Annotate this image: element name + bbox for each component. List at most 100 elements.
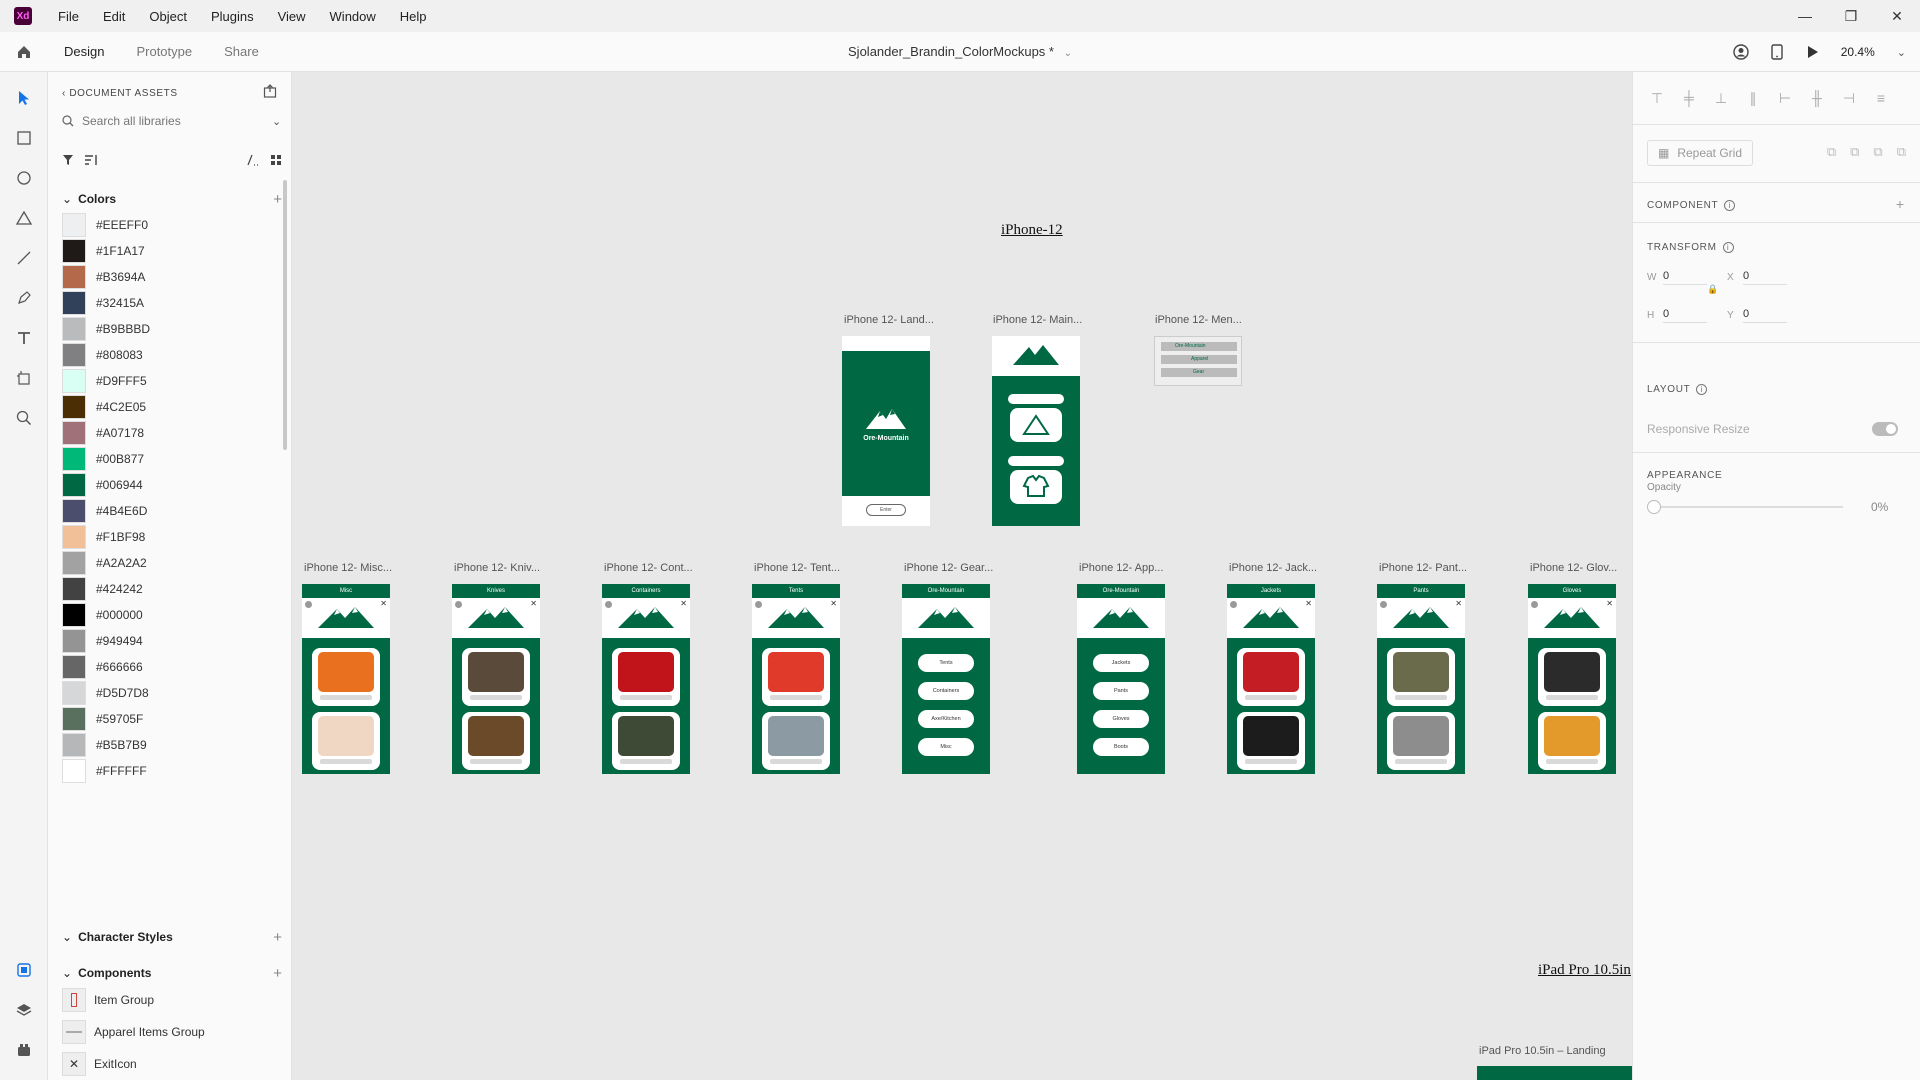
artboard-landing[interactable]: Ore-Mountain Enter	[842, 336, 930, 526]
artboard-containers[interactable]: Containers ✕	[602, 584, 690, 774]
sort-icon[interactable]	[84, 154, 98, 166]
account-icon[interactable]	[1733, 44, 1749, 60]
color-swatch[interactable]	[62, 603, 86, 627]
menu-file[interactable]: File	[46, 9, 91, 24]
artboard-label-ipad-landing[interactable]: iPad Pro 10.5in – Landing	[1479, 1045, 1606, 1057]
artboard-label[interactable]: iPhone 12- Pant...	[1379, 562, 1467, 574]
opacity-knob[interactable]	[1647, 500, 1661, 514]
chevron-down-icon[interactable]: ⌄	[1064, 48, 1072, 59]
product-card[interactable]	[1237, 712, 1305, 770]
color-swatch[interactable]	[62, 499, 86, 523]
assets-panel-toggle[interactable]	[12, 958, 36, 982]
artboard-gloves[interactable]: Gloves ✕	[1528, 584, 1616, 774]
plugins-panel-toggle[interactable]	[12, 1038, 36, 1062]
pen-tool[interactable]	[12, 286, 36, 310]
menu-toggle-icon[interactable]	[1380, 601, 1387, 608]
component-item-group[interactable]: Item Group	[62, 987, 282, 1013]
color-swatch[interactable]	[62, 421, 86, 445]
color-swatch-row[interactable]: #666666	[62, 654, 262, 680]
align-middle-icon[interactable]: ╪	[1679, 90, 1699, 107]
color-swatch[interactable]	[62, 343, 86, 367]
width-value[interactable]: 0	[1663, 270, 1707, 285]
search-dropdown-icon[interactable]: ⌄	[272, 115, 281, 128]
grid-view-icon[interactable]	[270, 154, 282, 166]
list-view-icon[interactable]	[246, 154, 260, 166]
color-swatch-row[interactable]: #EEEFF0	[62, 212, 262, 238]
color-swatch[interactable]	[62, 629, 86, 653]
color-swatch-row[interactable]: #949494	[62, 628, 262, 654]
close-icon[interactable]: ✕	[1455, 599, 1462, 608]
product-card[interactable]	[1387, 648, 1455, 706]
color-swatch-row[interactable]: #4C2E05	[62, 394, 262, 420]
intersect-shapes-icon[interactable]: ⧉	[1873, 144, 1882, 160]
x-field[interactable]: X0	[1727, 270, 1787, 285]
main-apparel-pill[interactable]	[1008, 456, 1064, 466]
product-card[interactable]	[762, 712, 830, 770]
menu-row-apparel[interactable]: Apparel	[1161, 355, 1237, 364]
color-swatch-row[interactable]: #A2A2A2	[62, 550, 262, 576]
menu-object[interactable]: Object	[137, 9, 199, 24]
product-card[interactable]	[312, 648, 380, 706]
artboard-label[interactable]: iPhone 12- Tent...	[754, 562, 840, 574]
menu-row-gear[interactable]: Gear	[1161, 368, 1237, 377]
menu-edit[interactable]: Edit	[91, 9, 137, 24]
align-right-icon[interactable]: ⊣	[1839, 90, 1859, 107]
info-icon[interactable]: i	[1722, 242, 1734, 253]
artboard-tents[interactable]: Tents ✕	[752, 584, 840, 774]
close-icon[interactable]: ✕	[530, 599, 537, 608]
artboard-ore-mountain[interactable]: Ore-Mountain Tents Containers Axe/Kitchen Mi…	[902, 584, 990, 774]
polygon-tool[interactable]	[12, 206, 36, 230]
color-swatch[interactable]	[62, 239, 86, 263]
category-pill[interactable]: Boots	[1093, 738, 1149, 756]
category-pill[interactable]: Pants	[1093, 682, 1149, 700]
enter-button[interactable]: Enter	[866, 504, 906, 516]
color-swatch[interactable]	[62, 577, 86, 601]
color-swatch-row[interactable]: #006944	[62, 472, 262, 498]
info-icon[interactable]: i	[1724, 200, 1736, 211]
component-exit-icon[interactable]: ✕ ExitIcon	[62, 1051, 282, 1077]
x-value[interactable]: 0	[1743, 270, 1787, 285]
tab-prototype[interactable]: Prototype	[120, 32, 208, 72]
product-card[interactable]	[462, 712, 530, 770]
close-window-button[interactable]: ✕	[1874, 0, 1920, 32]
category-pill[interactable]: Jackets	[1093, 654, 1149, 672]
close-icon[interactable]: ✕	[380, 599, 387, 608]
close-icon[interactable]: ✕	[1305, 599, 1312, 608]
character-styles-header[interactable]: ⌄ Character Styles +	[62, 927, 282, 947]
category-pill[interactable]: Axe/Kitchen	[918, 710, 974, 728]
color-swatch-row[interactable]: #D9FFF5	[62, 368, 262, 394]
artboard-label[interactable]: iPhone 12- Misc...	[304, 562, 392, 574]
align-top-icon[interactable]: ⊤	[1647, 90, 1667, 107]
artboard-pants[interactable]: Pants ✕	[1377, 584, 1465, 774]
product-card[interactable]	[312, 712, 380, 770]
product-card[interactable]	[1538, 648, 1606, 706]
artboard-knives[interactable]: Knives ✕	[452, 584, 540, 774]
design-canvas[interactable]: iPhone-12 iPad Pro 10.5in iPhone 12- Lan…	[292, 72, 1632, 1080]
color-swatch[interactable]	[62, 213, 86, 237]
y-value[interactable]: 0	[1743, 308, 1787, 323]
color-swatch-row[interactable]: #A07178	[62, 420, 262, 446]
product-card[interactable]	[612, 648, 680, 706]
category-pill[interactable]: Containers	[918, 682, 974, 700]
opacity-slider[interactable]	[1647, 500, 1847, 514]
color-swatch[interactable]	[62, 681, 86, 705]
restore-button[interactable]: ❐	[1828, 0, 1874, 32]
close-icon[interactable]: ✕	[830, 599, 837, 608]
color-swatch-row[interactable]: #B9BBBD	[62, 316, 262, 342]
artboard-main[interactable]	[992, 336, 1080, 526]
artboard-ore-mountain[interactable]: Ore-Mountain Jackets Pants Gloves Boots	[1077, 584, 1165, 774]
color-swatch-row[interactable]: #424242	[62, 576, 262, 602]
info-icon[interactable]: i	[1696, 384, 1708, 395]
color-swatch-row[interactable]: #00B877	[62, 446, 262, 472]
colors-section-header[interactable]: ⌄ Colors +	[62, 189, 282, 209]
color-swatch[interactable]	[62, 759, 86, 783]
menu-help[interactable]: Help	[388, 9, 439, 24]
product-card[interactable]	[612, 712, 680, 770]
color-swatch[interactable]	[62, 551, 86, 575]
menu-toggle-icon[interactable]	[605, 601, 612, 608]
product-card[interactable]	[1387, 712, 1455, 770]
color-swatch[interactable]	[62, 369, 86, 393]
artboard-menu[interactable]: Ore-Mountain Apparel Gear	[1154, 336, 1242, 386]
artboard-jackets[interactable]: Jackets ✕	[1227, 584, 1315, 774]
rectangle-tool[interactable]	[12, 126, 36, 150]
